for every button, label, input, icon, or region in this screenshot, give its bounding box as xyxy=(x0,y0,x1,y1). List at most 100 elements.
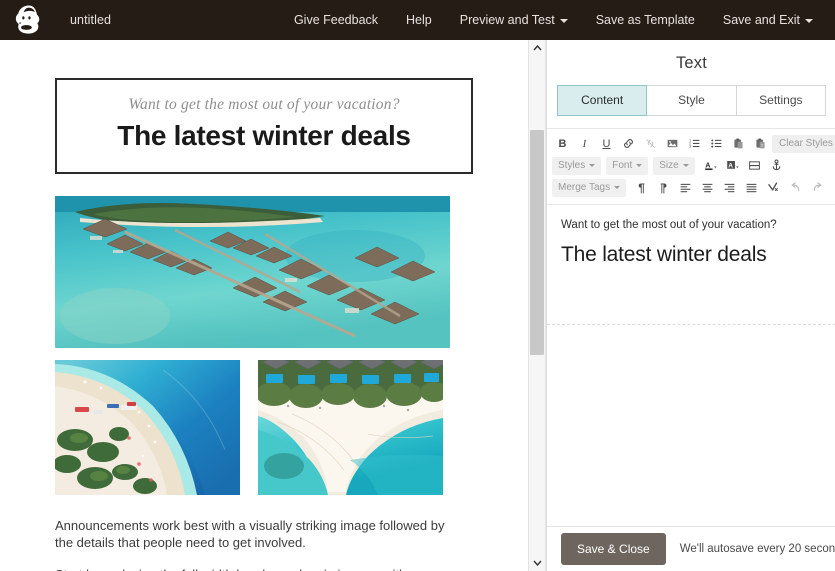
remove-formatting-icon-glyph xyxy=(768,182,778,192)
top-navigation-bar: untitled Give Feedback Help Preview and … xyxy=(0,0,835,40)
chevron-down-icon xyxy=(559,19,568,23)
tab-settings-label: Settings xyxy=(759,93,803,107)
link-icon[interactable] xyxy=(618,134,639,153)
clear-styles-button[interactable]: Clear Styles xyxy=(772,134,835,153)
remove-formatting-icon[interactable] xyxy=(763,178,784,197)
align-left-icon-glyph xyxy=(680,183,691,193)
align-right-icon[interactable] xyxy=(719,178,740,197)
nav-save-as-template-label: Save as Template xyxy=(595,13,695,27)
autosave-note: We'll autosave every 20 seconds xyxy=(679,543,835,555)
panel-tabs: Content Style Settings xyxy=(557,85,826,116)
background-color-icon-glyph: A xyxy=(726,161,739,169)
overwater-bungalows-aerial-graphic xyxy=(55,196,450,348)
tab-style[interactable]: Style xyxy=(646,85,737,116)
email-canvas[interactable]: Want to get the most out of your vacatio… xyxy=(0,40,528,571)
mailchimp-email-editor: untitled Give Feedback Help Preview and … xyxy=(0,0,835,571)
paragraph-ltr-icon[interactable]: ¶ xyxy=(631,178,652,197)
undo-icon[interactable] xyxy=(785,178,806,197)
svg-text:3: 3 xyxy=(689,145,691,149)
editor-title-text[interactable]: The latest winter deals xyxy=(561,243,822,267)
email-body-copy[interactable]: Announcements work best with a visually … xyxy=(55,517,455,571)
unlink-icon[interactable] xyxy=(640,134,661,153)
hero-text-block[interactable]: Want to get the most out of your vacatio… xyxy=(55,78,473,174)
bulleted-list-icon[interactable] xyxy=(706,134,727,153)
nav-save-and-exit-label: Save and Exit xyxy=(722,13,800,27)
tab-settings[interactable]: Settings xyxy=(735,85,826,116)
font-dropdown-label: Font xyxy=(612,160,633,171)
body-paragraph-2: Start by replacing the full-width header… xyxy=(55,566,455,571)
paste-as-text-icon-glyph: T xyxy=(756,138,765,149)
numbered-list-icon[interactable]: 123 xyxy=(684,134,705,153)
styles-dropdown-label: Styles xyxy=(558,160,586,171)
align-center-icon-glyph xyxy=(702,183,713,193)
insert-image-icon[interactable] xyxy=(662,134,683,153)
hero-kicker: Want to get the most out of your vacatio… xyxy=(128,96,400,113)
nav-save-and-exit[interactable]: Save and Exit xyxy=(709,0,827,40)
tab-content[interactable]: Content xyxy=(557,85,648,116)
align-center-icon[interactable] xyxy=(697,178,718,197)
background-color-icon[interactable]: A xyxy=(722,156,743,175)
tab-style-label: Style xyxy=(678,93,705,107)
hero-title: The latest winter deals xyxy=(117,120,411,151)
nav-preview-and-test[interactable]: Preview and Test xyxy=(446,0,582,40)
chevron-down-icon xyxy=(682,164,689,167)
save-and-close-button[interactable]: Save & Close xyxy=(561,533,666,565)
nav-preview-and-test-label: Preview and Test xyxy=(459,13,555,27)
horizontal-rule-icon-glyph xyxy=(748,161,760,170)
redo-icon[interactable] xyxy=(807,178,828,197)
mailchimp-logo-link[interactable] xyxy=(0,4,58,36)
editor-kicker-text[interactable]: Want to get the most out of your vacatio… xyxy=(561,219,822,231)
bold-icon[interactable]: B xyxy=(552,134,573,153)
text-block-settings-panel: Text Content Style Settings B I U 1 2 3 … xyxy=(546,40,835,571)
rich-text-editor-area[interactable]: Want to get the most out of your vacatio… xyxy=(547,205,835,526)
size-dropdown[interactable]: Size xyxy=(653,156,695,175)
chevron-down-icon xyxy=(614,186,621,189)
bulleted-list-icon-glyph xyxy=(711,139,722,148)
image-beach-sandbar[interactable] xyxy=(55,360,240,495)
toolbar-row-1: B I U 1 2 3 T Clear Styles xyxy=(552,133,835,154)
underline-icon[interactable]: U xyxy=(596,134,617,153)
email-body: Want to get the most out of your vacatio… xyxy=(0,78,528,571)
merge-tags-dropdown[interactable]: Merge Tags xyxy=(552,178,627,197)
scrollbar-thumb[interactable] xyxy=(530,130,544,355)
toolbar-row-2: Styles Font Size A A xyxy=(552,155,831,176)
styles-dropdown[interactable]: Styles xyxy=(552,156,602,175)
image-resort-beach[interactable] xyxy=(258,360,443,495)
align-left-icon[interactable] xyxy=(675,178,696,197)
image-row xyxy=(55,360,450,495)
hero-image-overwater-bungalows[interactable] xyxy=(55,196,450,348)
toolbar-row-3: Merge Tags ¶ ¶ xyxy=(552,177,831,198)
document-title[interactable]: untitled xyxy=(70,13,111,27)
paragraph-rtl-icon[interactable]: ¶ xyxy=(653,178,674,197)
font-dropdown[interactable]: Font xyxy=(606,156,649,175)
nav-help[interactable]: Help xyxy=(392,0,446,40)
editor-content-divider xyxy=(547,324,835,325)
top-nav-items: Give Feedback Help Preview and Test Save… xyxy=(280,0,835,40)
size-dropdown-label: Size xyxy=(659,160,679,171)
svg-text:A: A xyxy=(728,162,733,169)
align-right-icon-glyph xyxy=(724,183,735,193)
scrollbar-down-arrow-icon[interactable] xyxy=(529,555,545,571)
scrollbar-up-arrow-icon[interactable] xyxy=(529,40,545,56)
link-icon-glyph xyxy=(624,139,633,148)
resort-beach-aerial-graphic xyxy=(258,360,443,495)
horizontal-rule-icon[interactable] xyxy=(744,156,765,175)
text-color-icon[interactable]: A xyxy=(700,156,721,175)
unlink-icon-glyph xyxy=(646,139,655,148)
nav-give-feedback[interactable]: Give Feedback xyxy=(280,0,392,40)
anchor-icon[interactable] xyxy=(766,156,787,175)
nav-save-as-template[interactable]: Save as Template xyxy=(582,0,709,40)
chevron-down-icon xyxy=(636,164,643,167)
numbered-list-icon-glyph: 123 xyxy=(689,138,700,149)
align-justify-icon[interactable] xyxy=(741,178,762,197)
chevron-down-icon xyxy=(589,164,596,167)
paste-as-text-icon[interactable]: T xyxy=(750,134,771,153)
chevron-up-icon xyxy=(532,45,542,51)
insert-image-icon-glyph xyxy=(667,139,678,148)
body-paragraph-1: Announcements work best with a visually … xyxy=(55,518,445,551)
italic-icon[interactable]: I xyxy=(574,134,595,153)
tab-content-label: Content xyxy=(581,93,624,107)
canvas-scrollbar[interactable] xyxy=(528,40,546,571)
paste-icon[interactable] xyxy=(728,134,749,153)
mailchimp-freddie-logo-icon xyxy=(15,5,40,34)
